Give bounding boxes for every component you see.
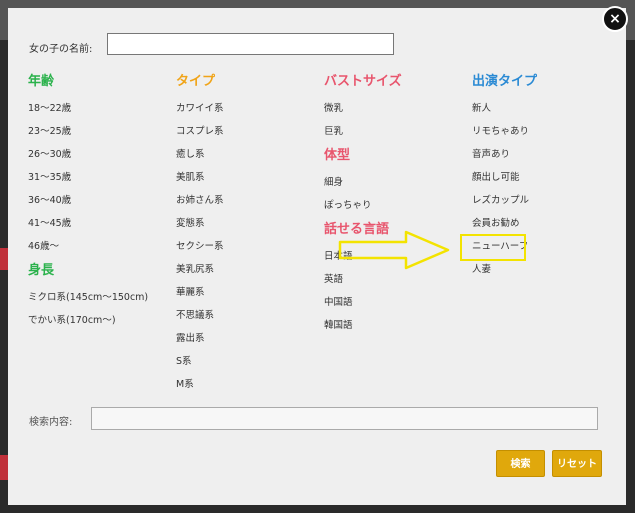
age-option[interactable]: 36〜40歳 xyxy=(28,189,148,212)
reset-button[interactable]: リセット xyxy=(552,450,602,477)
bust-option[interactable]: 微乳 xyxy=(324,97,402,120)
type-option[interactable]: 美乳尻系 xyxy=(176,258,224,281)
type-option[interactable]: S系 xyxy=(176,350,224,373)
name-input[interactable] xyxy=(107,33,394,55)
appearance-option[interactable]: 人妻 xyxy=(472,258,537,281)
age-option[interactable]: 46歳〜 xyxy=(28,235,148,258)
age-option[interactable]: 18〜22歳 xyxy=(28,97,148,120)
appearance-option[interactable]: 音声あり xyxy=(472,143,537,166)
annotation-arrow-icon xyxy=(338,230,450,270)
language-option[interactable]: 韓国語 xyxy=(324,314,402,337)
bust-column: バストサイズ 微乳 巨乳 体型 細身 ぽっちゃり 話せる言語 日本語 英語 中国… xyxy=(324,73,402,337)
body-type-option[interactable]: 細身 xyxy=(324,171,402,194)
type-option[interactable]: 華麗系 xyxy=(176,281,224,304)
appearance-option[interactable]: 顔出し可能 xyxy=(472,166,537,189)
search-button[interactable]: 検索 xyxy=(496,450,545,477)
appearance-option[interactable]: 会員お勧め xyxy=(472,212,537,235)
age-column: 年齢 18〜22歳 23〜25歳 26〜30歳 31〜35歳 36〜40歳 41… xyxy=(28,73,148,332)
search-label: 検索内容: xyxy=(29,417,73,428)
type-option[interactable]: 露出系 xyxy=(176,327,224,350)
height-option[interactable]: ミクロ系(145cm〜150cm) xyxy=(28,286,148,309)
type-option[interactable]: M系 xyxy=(176,373,224,396)
age-option[interactable]: 26〜30歳 xyxy=(28,143,148,166)
body-type-option[interactable]: ぽっちゃり xyxy=(324,194,402,217)
bust-option[interactable]: 巨乳 xyxy=(324,120,402,143)
height-option[interactable]: でかい系(170cm〜) xyxy=(28,309,148,332)
age-option[interactable]: 41〜45歳 xyxy=(28,212,148,235)
type-option[interactable]: お姉さん系 xyxy=(176,189,224,212)
language-option[interactable]: 中国語 xyxy=(324,291,402,314)
appearance-option[interactable]: 新人 xyxy=(472,97,537,120)
search-input[interactable] xyxy=(91,407,598,430)
age-heading: 年齢 xyxy=(28,74,55,89)
type-option[interactable]: 不思議系 xyxy=(176,304,224,327)
type-option[interactable]: コスプレ系 xyxy=(176,120,224,143)
appearance-option[interactable]: レズカップル xyxy=(472,189,537,212)
language-option[interactable]: 英語 xyxy=(324,268,402,291)
age-option[interactable]: 31〜35歳 xyxy=(28,166,148,189)
height-heading: 身長 xyxy=(28,263,55,278)
highlight-box xyxy=(460,234,526,261)
bust-heading: バストサイズ xyxy=(324,74,402,89)
body-type-heading: 体型 xyxy=(324,148,351,163)
type-option[interactable]: 美肌系 xyxy=(176,166,224,189)
close-icon[interactable]: × xyxy=(602,6,628,32)
name-label: 女の子の名前: xyxy=(29,44,93,55)
type-column: タイプ カワイイ系 コスプレ系 癒し系 美肌系 お姉さん系 変態系 セクシー系 … xyxy=(176,73,224,396)
type-option[interactable]: セクシー系 xyxy=(176,235,224,258)
type-heading: タイプ xyxy=(176,74,216,89)
type-option[interactable]: 癒し系 xyxy=(176,143,224,166)
appearance-heading: 出演タイプ xyxy=(472,74,538,89)
appearance-option[interactable]: リモちゃあり xyxy=(472,120,537,143)
age-option[interactable]: 23〜25歳 xyxy=(28,120,148,143)
search-modal: × 女の子の名前: 年齢 18〜22歳 23〜25歳 26〜30歳 31〜35歳… xyxy=(8,6,628,505)
type-option[interactable]: カワイイ系 xyxy=(176,97,224,120)
type-option[interactable]: 変態系 xyxy=(176,212,224,235)
